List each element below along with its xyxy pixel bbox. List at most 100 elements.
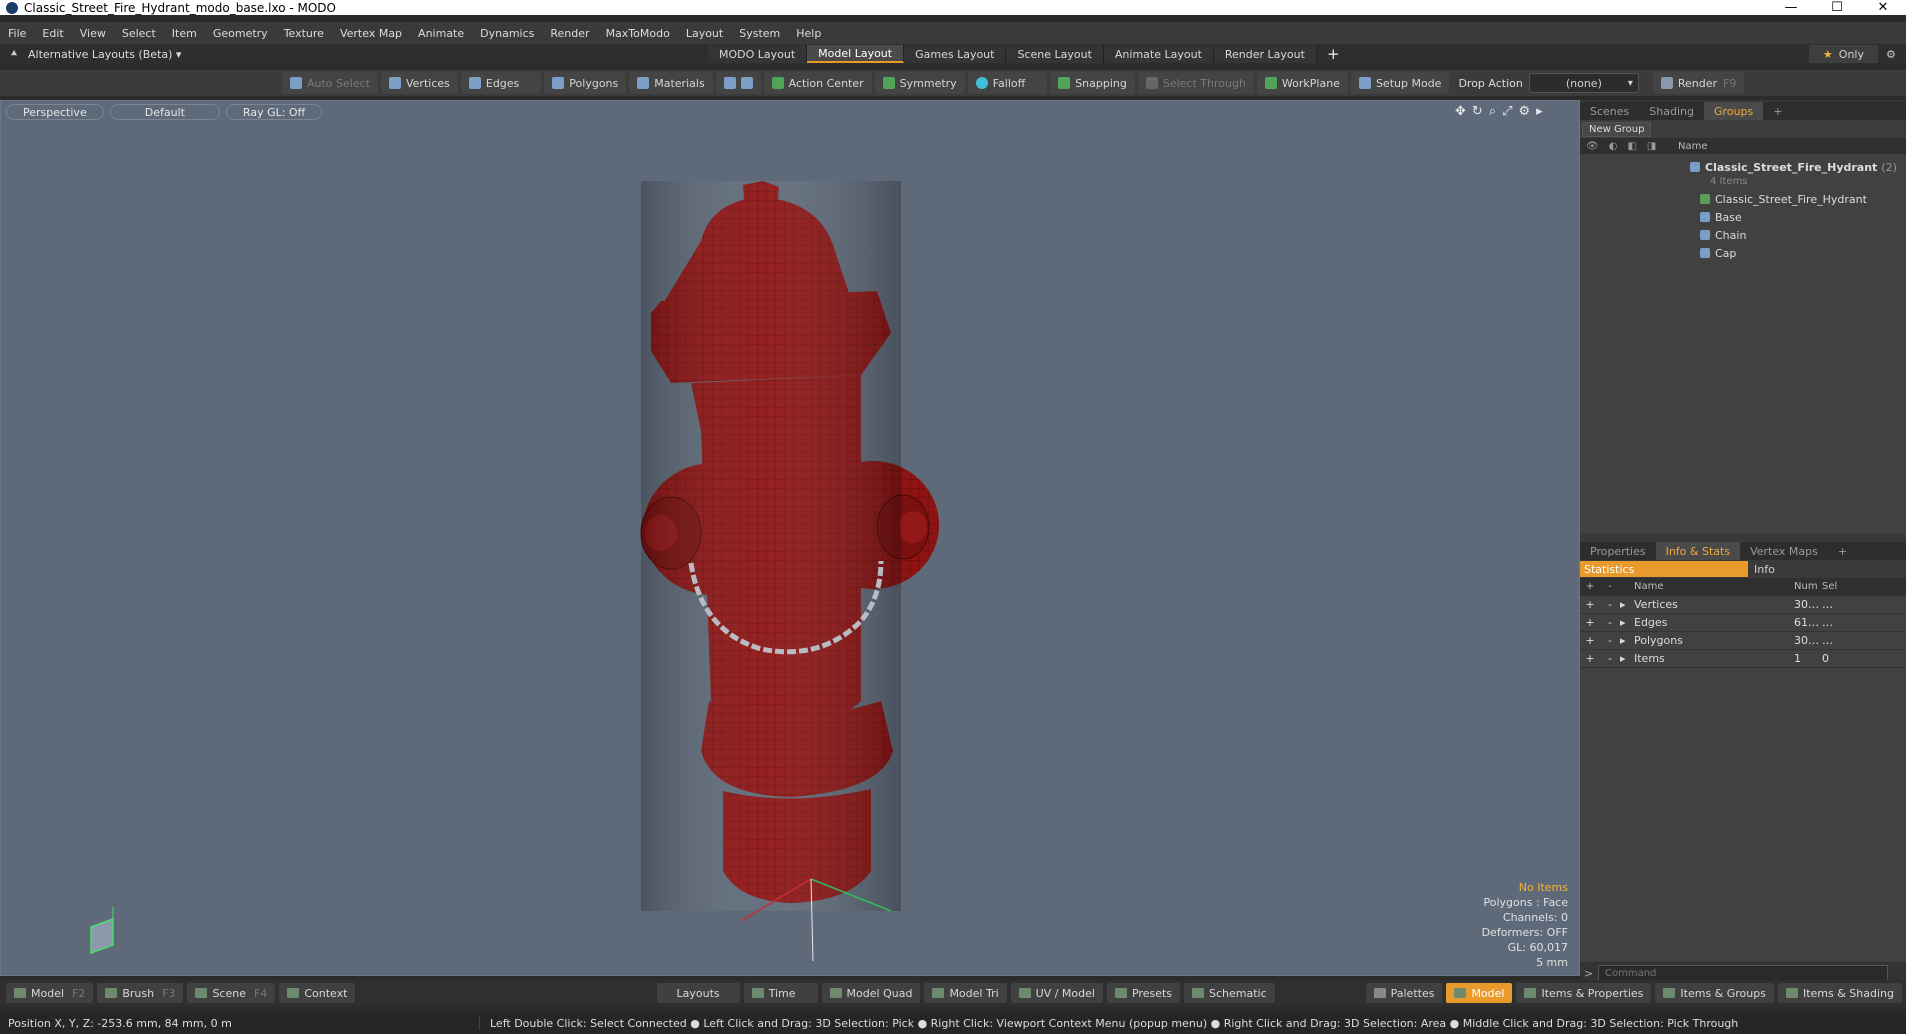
rotate-view-icon[interactable]: ↻ (1472, 104, 1483, 119)
menu-texture[interactable]: Texture (276, 27, 332, 40)
expand-plus-icon[interactable]: + (1580, 598, 1600, 611)
time-button[interactable]: Time (743, 983, 818, 1003)
model-tri-button[interactable]: Model Tri (924, 983, 1007, 1003)
add-layout-button[interactable]: + (1317, 45, 1350, 63)
expand-plus-icon[interactable]: + (1580, 652, 1600, 665)
info-tab[interactable]: Info (1748, 563, 1775, 576)
selection-sets-button[interactable] (715, 72, 761, 94)
drop-action-dropdown[interactable]: (none) (1528, 73, 1639, 93)
menu-system[interactable]: System (731, 27, 788, 40)
maximize-button[interactable]: ☐ (1814, 0, 1860, 15)
triangle-right-icon[interactable]: ▸ (1620, 634, 1634, 647)
raygl-toggle[interactable]: Ray GL: Off (225, 104, 323, 120)
items-shading-button[interactable]: Items & Shading (1777, 983, 1902, 1003)
minimize-button[interactable]: — (1768, 0, 1814, 15)
model-quad-button[interactable]: Model Quad (821, 983, 921, 1003)
group-root[interactable]: Classic_Street_Fire_Hydrant (2) (1580, 158, 1906, 176)
command-input[interactable] (1598, 965, 1888, 981)
tab-model-layout[interactable]: Model Layout (807, 45, 905, 63)
brush-mode-button[interactable]: Brush F3 (97, 983, 184, 1003)
group-child-base[interactable]: Base (1580, 208, 1906, 226)
new-group-button[interactable]: New Group (1582, 122, 1652, 137)
vertices-button[interactable]: Vertices (380, 72, 458, 94)
tab-scenes[interactable]: Scenes (1580, 102, 1639, 120)
auto-select-button[interactable]: Auto Select (282, 72, 378, 94)
items-properties-button[interactable]: Items & Properties (1516, 983, 1652, 1003)
polygons-button[interactable]: Polygons (544, 72, 627, 94)
menu-item[interactable]: Item (164, 27, 205, 40)
menu-vertex-map[interactable]: Vertex Map (332, 27, 410, 40)
collapse-icon[interactable]: ⯅ (0, 47, 28, 61)
orientation-cube-icon[interactable] (90, 907, 114, 955)
add-tab-button[interactable]: + (1763, 102, 1792, 120)
palettes-button[interactable]: Palettes (1365, 983, 1443, 1003)
tab-properties[interactable]: Properties (1580, 542, 1656, 560)
setup-mode-button[interactable]: Setup Mode (1350, 72, 1450, 94)
workplane-button[interactable]: WorkPlane (1256, 72, 1348, 94)
model-layout-button[interactable]: Model (1446, 983, 1513, 1003)
tab-games-layout[interactable]: Games Layout (904, 45, 1007, 63)
menu-animate[interactable]: Animate (410, 27, 472, 40)
shading-style-dropdown[interactable]: Default (109, 104, 220, 120)
collapse-minus-icon[interactable]: - (1600, 598, 1620, 611)
menu-edit[interactable]: Edit (34, 27, 71, 40)
collapse-minus-icon[interactable]: - (1600, 652, 1620, 665)
group-child-mesh[interactable]: Classic_Street_Fire_Hydrant (1580, 190, 1906, 208)
fit-view-icon[interactable]: ⤢ (1502, 104, 1512, 119)
menu-render[interactable]: Render (542, 27, 597, 40)
triangle-right-icon[interactable]: ▸ (1620, 616, 1634, 629)
table-row[interactable]: + - ▸ Items 1 0 (1580, 650, 1906, 668)
collapse-minus-icon[interactable]: - (1600, 634, 1620, 647)
expand-plus-icon[interactable]: + (1580, 616, 1600, 629)
fire-hydrant-model[interactable] (640, 181, 939, 911)
lock-column-icon[interactable]: ◧ (1627, 141, 1636, 152)
edges-button[interactable]: Edges (460, 72, 542, 94)
viewport-expand-icon[interactable]: ▸ (1536, 104, 1543, 119)
layouts-button[interactable]: Layouts (656, 983, 740, 1003)
move-view-icon[interactable]: ✥ (1455, 104, 1466, 119)
materials-button[interactable]: Materials (629, 72, 713, 94)
group-child-chain[interactable]: Chain (1580, 226, 1906, 244)
menu-file[interactable]: File (0, 27, 34, 40)
context-button[interactable]: Context (279, 983, 356, 1003)
schematic-button[interactable]: Schematic (1184, 983, 1275, 1003)
model-mode-button[interactable]: Model F2 (6, 983, 94, 1003)
select-through-button[interactable]: Select Through (1137, 72, 1254, 94)
symmetry-button[interactable]: Symmetry (874, 72, 965, 94)
viewport-settings-icon[interactable]: ⚙ (1519, 104, 1531, 119)
tab-groups[interactable]: Groups (1703, 102, 1764, 120)
triangle-right-icon[interactable]: ▸ (1620, 652, 1634, 665)
menu-geometry[interactable]: Geometry (205, 27, 276, 40)
table-row[interactable]: + - ▸ Polygons 30… … (1580, 632, 1906, 650)
perspective-dropdown[interactable]: Perspective (6, 104, 104, 120)
snapping-button[interactable]: Snapping (1050, 72, 1135, 94)
render-column-icon[interactable]: ◐ (1609, 141, 1618, 152)
presets-button[interactable]: Presets (1106, 983, 1180, 1003)
select-column-icon[interactable]: ◨ (1647, 141, 1656, 152)
expand-plus-icon[interactable]: + (1580, 634, 1600, 647)
tab-modo-layout[interactable]: MODO Layout (708, 45, 808, 63)
menu-select[interactable]: Select (114, 27, 164, 40)
3d-viewport[interactable] (0, 100, 1580, 976)
table-row[interactable]: + - ▸ Edges 61… … (1580, 614, 1906, 632)
menu-maxtomodo[interactable]: MaxToModo (598, 27, 678, 40)
scene-mode-button[interactable]: Scene F4 (187, 983, 276, 1003)
visibility-column-icon[interactable]: 👁 (1586, 141, 1599, 152)
menu-dynamics[interactable]: Dynamics (472, 27, 542, 40)
table-row[interactable]: + - ▸ Vertices 30… … (1580, 596, 1906, 614)
menu-help[interactable]: Help (788, 27, 829, 40)
tab-shading[interactable]: Shading (1639, 102, 1704, 120)
uv-model-button[interactable]: UV / Model (1010, 983, 1103, 1003)
collapse-minus-icon[interactable]: - (1600, 616, 1620, 629)
name-column-header[interactable]: Name (1678, 141, 1708, 152)
triangle-right-icon[interactable]: ▸ (1620, 598, 1634, 611)
group-child-cap[interactable]: Cap (1580, 244, 1906, 262)
zoom-view-icon[interactable]: ⌕ (1489, 104, 1496, 119)
tab-render-layout[interactable]: Render Layout (1213, 45, 1317, 63)
falloff-button[interactable]: Falloff (967, 72, 1048, 94)
close-button[interactable]: ✕ (1860, 0, 1906, 15)
alternative-layouts-dropdown[interactable]: Alternative Layouts (Beta) ▾ (28, 48, 708, 61)
tab-info-stats[interactable]: Info & Stats (1655, 542, 1741, 560)
render-button[interactable]: Render F9 (1652, 72, 1745, 94)
items-groups-button[interactable]: Items & Groups (1655, 983, 1774, 1003)
